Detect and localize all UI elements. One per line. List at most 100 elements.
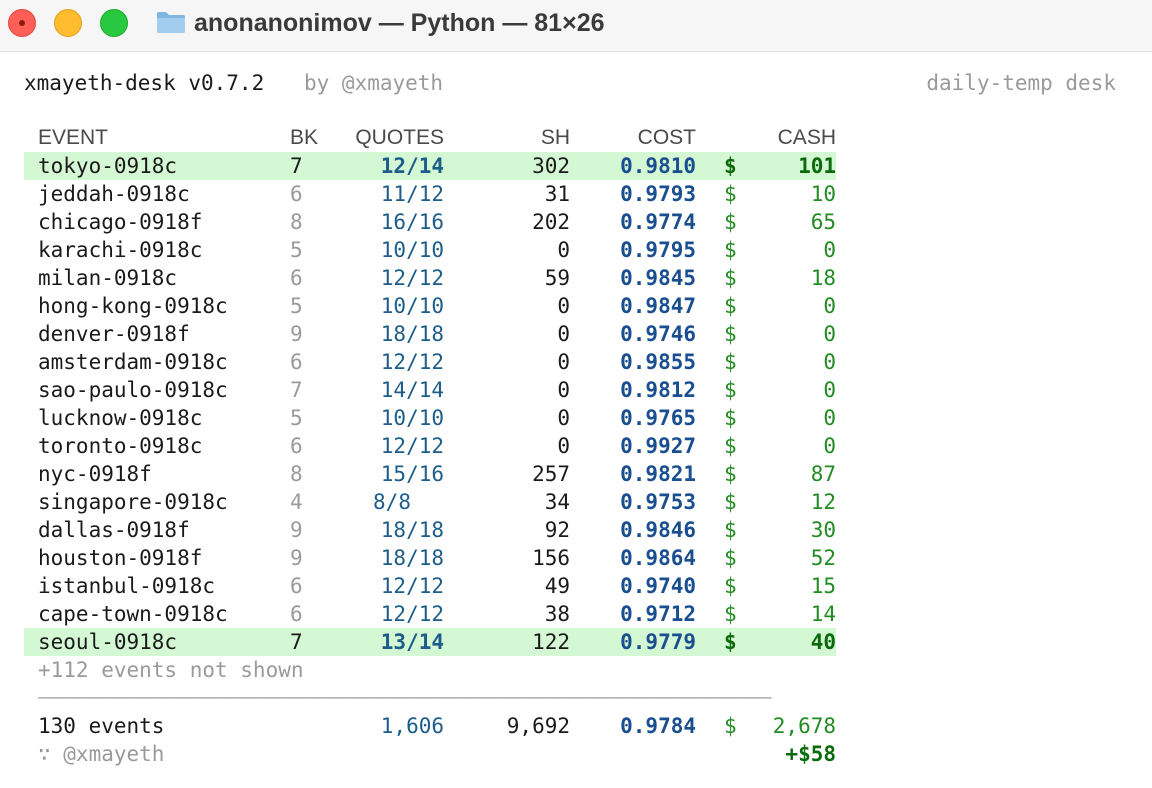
cell-event: karachi-0918c bbox=[38, 238, 203, 262]
cell-bk: 9 bbox=[290, 322, 303, 346]
minimize-button[interactable] bbox=[54, 9, 82, 37]
cell-cost: 0.9740 bbox=[620, 574, 696, 598]
cell-cash: 30 bbox=[810, 518, 836, 542]
terminal-content[interactable]: xmayeth-desk v0.7.2 by @xmayeth daily-temp… bbox=[0, 53, 1152, 788]
cell-event: seoul-0918c bbox=[38, 630, 178, 654]
cell-bk: 6 bbox=[290, 434, 303, 458]
cell-sh: 0 bbox=[557, 322, 570, 346]
cell-cost: 0.9712 bbox=[620, 602, 696, 626]
cell-quotes: 12/12 bbox=[380, 350, 444, 374]
cell-currency: $ bbox=[724, 154, 737, 178]
footer-handle: ∵ @xmayeth bbox=[38, 742, 165, 766]
title-bar: anonanonimov — Python — 81×26 bbox=[0, 0, 1152, 52]
cell-sh: 34 bbox=[544, 490, 570, 514]
cell-cost: 0.9846 bbox=[620, 518, 696, 542]
cell-cash: 0 bbox=[823, 434, 836, 458]
cell-bk: 6 bbox=[290, 182, 303, 206]
cell-quotes: 12/12 bbox=[380, 602, 444, 626]
cell-cash: 0 bbox=[823, 294, 836, 318]
cell-cash: 15 bbox=[810, 574, 836, 598]
cell-event: milan-0918c bbox=[38, 266, 178, 290]
close-button[interactable] bbox=[8, 9, 36, 37]
cell-bk: 5 bbox=[290, 406, 303, 430]
cell-currency: $ bbox=[724, 518, 737, 542]
folder-icon bbox=[157, 12, 185, 33]
cell-cash: 87 bbox=[810, 462, 836, 486]
cell-cash: 0 bbox=[823, 238, 836, 262]
cell-sh: 302 bbox=[532, 154, 570, 178]
cell-currency: $ bbox=[724, 490, 737, 514]
header-cash: CASH bbox=[777, 126, 836, 149]
cell-currency: $ bbox=[724, 406, 737, 430]
cell-cash: 0 bbox=[823, 378, 836, 402]
cell-cost: 0.9845 bbox=[620, 266, 696, 290]
header-cost: COST bbox=[637, 126, 696, 149]
cell-currency: $ bbox=[724, 434, 737, 458]
cell-cash: 12 bbox=[810, 490, 836, 514]
cell-quotes: 14/14 bbox=[380, 378, 444, 402]
cell-sh: 92 bbox=[544, 518, 570, 542]
cell-cost: 0.9774 bbox=[620, 210, 696, 234]
total-quotes: 1,606 bbox=[380, 714, 444, 738]
cell-quotes: 18/18 bbox=[380, 518, 444, 542]
total-events: 130 events bbox=[38, 714, 165, 738]
cell-cost: 0.9821 bbox=[620, 462, 696, 486]
cell-quotes: 13/14 bbox=[380, 630, 444, 654]
cell-quotes: 12/12 bbox=[380, 434, 444, 458]
cell-cash: 0 bbox=[823, 406, 836, 430]
cell-cash: 65 bbox=[810, 210, 836, 234]
cell-event: houston-0918f bbox=[38, 546, 203, 570]
cell-quotes: 16/16 bbox=[380, 210, 444, 234]
footer-pnl: +$58 bbox=[785, 742, 836, 766]
cell-sh: 0 bbox=[557, 294, 570, 318]
cell-event: hong-kong-0918c bbox=[38, 294, 228, 318]
cell-quotes: 15/16 bbox=[380, 462, 444, 486]
cell-event: dallas-0918f bbox=[38, 518, 190, 542]
cell-cash: 40 bbox=[810, 630, 836, 654]
cell-event: toronto-0918c bbox=[38, 434, 203, 458]
cell-cost: 0.9753 bbox=[620, 490, 696, 514]
cell-currency: $ bbox=[724, 210, 737, 234]
cell-cash: 101 bbox=[798, 154, 836, 178]
separator-line: ────────────────────────────────────────… bbox=[38, 686, 772, 710]
total-cash: 2,678 bbox=[772, 714, 836, 738]
cell-quotes: 11/12 bbox=[380, 182, 444, 206]
app-mode: daily-temp desk bbox=[926, 71, 1116, 95]
cell-cash: 10 bbox=[810, 182, 836, 206]
cell-bk: 7 bbox=[290, 154, 303, 178]
cell-event: jeddah-0918c bbox=[38, 182, 190, 206]
cell-bk: 6 bbox=[290, 602, 303, 626]
cell-sh: 0 bbox=[557, 350, 570, 374]
cell-event: lucknow-0918c bbox=[38, 406, 203, 430]
cell-event: nyc-0918f bbox=[38, 462, 152, 486]
cell-cost: 0.9779 bbox=[620, 630, 696, 654]
cell-bk: 6 bbox=[290, 574, 303, 598]
cell-event: chicago-0918f bbox=[38, 210, 203, 234]
cell-sh: 257 bbox=[532, 462, 570, 486]
cell-quotes: 10/10 bbox=[380, 406, 444, 430]
cell-currency: $ bbox=[724, 602, 737, 626]
cell-bk: 5 bbox=[290, 294, 303, 318]
window-title: anonanonimov — Python — 81×26 bbox=[194, 9, 605, 37]
cell-cash: 18 bbox=[810, 266, 836, 290]
cell-event: sao-paulo-0918c bbox=[38, 378, 228, 402]
cell-quotes: 12/12 bbox=[380, 266, 444, 290]
cell-bk: 4 bbox=[290, 490, 303, 514]
cell-bk: 9 bbox=[290, 546, 303, 570]
cell-event: istanbul-0918c bbox=[38, 574, 216, 598]
cell-bk: 5 bbox=[290, 238, 303, 262]
cell-currency: $ bbox=[724, 266, 737, 290]
cell-quotes: 10/10 bbox=[380, 238, 444, 262]
cell-sh: 49 bbox=[544, 574, 570, 598]
cell-event: denver-0918f bbox=[38, 322, 190, 346]
app-author: by @xmayeth bbox=[304, 71, 444, 95]
cell-bk: 7 bbox=[290, 378, 303, 402]
total-currency: $ bbox=[724, 714, 737, 738]
cell-event: tokyo-0918c bbox=[38, 154, 178, 178]
cell-event: cape-town-0918c bbox=[38, 602, 228, 626]
cell-cash: 0 bbox=[823, 322, 836, 346]
app-name: xmayeth-desk v0.7.2 bbox=[24, 71, 265, 95]
zoom-button[interactable] bbox=[100, 9, 128, 37]
cell-event: singapore-0918c bbox=[38, 490, 228, 514]
cell-cost: 0.9864 bbox=[620, 546, 696, 570]
